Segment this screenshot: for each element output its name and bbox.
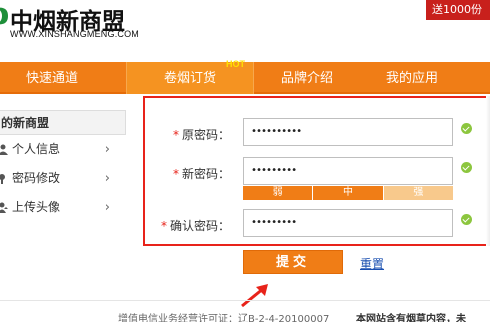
strength-weak: 弱 [243, 186, 314, 200]
confirm-password-label: * 确认密码： [161, 217, 230, 234]
promo-banner[interactable]: 送1000份 [426, 0, 490, 20]
logo-icon[interactable] [0, 4, 10, 28]
chevron-right-icon: › [104, 200, 110, 215]
sidebar-item-avatar[interactable]: 上传头像 › [0, 193, 126, 222]
required-mark: * [161, 219, 167, 233]
sidebar-title: 的新商盟 [0, 110, 126, 135]
sidebar-item-label: 上传头像 [12, 200, 61, 214]
check-icon [461, 123, 472, 134]
tab-quick-access[interactable]: 快速通道 [0, 62, 104, 94]
new-password-input[interactable]: ••••••••• [243, 157, 453, 185]
tab-brand-intro[interactable]: 品牌介绍 [262, 62, 352, 94]
chevron-right-icon: › [104, 142, 110, 157]
footer: 增值电信业务经营许可证：辽B-2-4-20100007 本网站含有烟草内容，未 [0, 300, 490, 322]
divider [486, 96, 490, 246]
tab-my-apps[interactable]: 我的应用 [364, 62, 460, 94]
chevron-right-icon: › [104, 171, 110, 186]
required-mark: * [173, 128, 179, 142]
submit-button[interactable]: 提交 [243, 250, 343, 274]
required-mark: * [173, 167, 179, 181]
user-icon [0, 144, 8, 155]
password-change-form: * 原密码： •••••••••• * 新密码： ••••••••• 弱 中 强 *… [143, 96, 490, 246]
strength-strong: 强 [383, 186, 453, 200]
hot-badge: HOT [226, 59, 245, 69]
check-icon [461, 214, 472, 225]
tobacco-notice: 本网站含有烟草内容，未 [356, 314, 466, 322]
site-url: WWW.XINSHANGMENG.COM [10, 29, 139, 39]
main-nav: 快速通道 卷烟订货 HOT 品牌介绍 我的应用 [0, 59, 490, 94]
new-password-label: * 新密码： [173, 165, 230, 182]
reset-link[interactable]: 重置 [360, 255, 384, 272]
tab-label: 卷烟订货 [163, 71, 216, 86]
sidebar: 的新商盟 个人信息 › 密码修改 › 上传头像 › [0, 110, 126, 230]
confirm-password-label-text: 确认密码： [170, 219, 231, 233]
header: 中烟新商盟 WWW.XINSHANGMENG.COM 送1000份 [0, 0, 490, 58]
sidebar-item-label: 个人信息 [12, 142, 61, 156]
sidebar-item-password[interactable]: 密码修改 › [0, 164, 126, 193]
page: 中烟新商盟 WWW.XINSHANGMENG.COM 送1000份 快速通道 卷… [0, 0, 490, 322]
old-password-label-text: 原密码： [182, 128, 231, 142]
old-password-label: * 原密码： [173, 126, 230, 143]
confirm-password-input[interactable]: ••••••••• [243, 209, 453, 237]
key-icon [0, 174, 5, 184]
sidebar-item-label: 密码修改 [12, 171, 61, 185]
upload-avatar-icon [0, 202, 8, 213]
tab-cigarette-order[interactable]: 卷烟订货 HOT [126, 59, 254, 94]
old-password-input[interactable]: •••••••••• [243, 118, 453, 146]
new-password-label-text: 新密码： [182, 167, 231, 181]
strength-medium: 中 [313, 186, 384, 200]
password-strength-meter: 弱 中 强 [243, 186, 453, 200]
sidebar-item-profile[interactable]: 个人信息 › [0, 135, 126, 164]
license-text: 增值电信业务经营许可证：辽B-2-4-20100007 [118, 314, 330, 322]
check-icon [461, 162, 472, 173]
